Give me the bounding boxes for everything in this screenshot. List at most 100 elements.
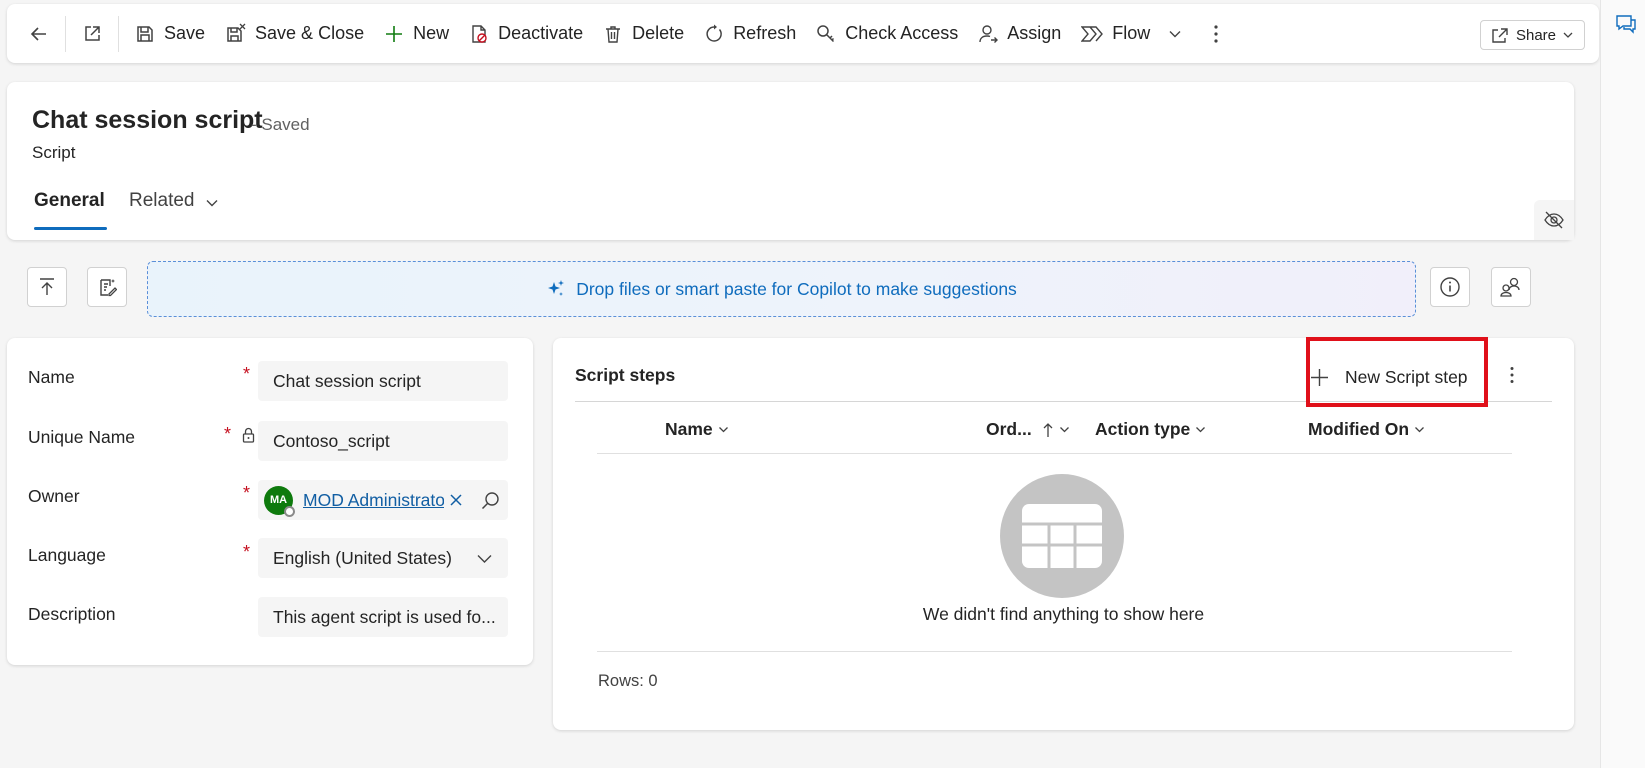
- owner-label: Owner: [28, 486, 80, 506]
- refresh-icon: [706, 24, 723, 42]
- save-status: - Saved: [251, 115, 310, 134]
- right-side-pane: [1600, 0, 1645, 768]
- info-icon: [1440, 277, 1460, 297]
- chevron-down-icon: [1415, 427, 1425, 433]
- unique-name-label: Unique Name: [28, 427, 135, 447]
- delete-button[interactable]: Delete: [593, 14, 694, 54]
- save-button[interactable]: Save: [125, 14, 215, 54]
- chevron-down-icon: [718, 427, 728, 433]
- move-to-top-button[interactable]: [27, 267, 67, 307]
- deactivate-label: Deactivate: [498, 23, 584, 43]
- chat-button[interactable]: [1615, 14, 1637, 34]
- chevron-down-icon: [477, 555, 492, 563]
- entity-name: Script: [32, 143, 76, 162]
- plus-icon: [1311, 368, 1328, 386]
- description-label: Description: [28, 604, 116, 624]
- hide-icon: [1544, 211, 1564, 229]
- new-label: New: [413, 23, 450, 43]
- more-commands-button[interactable]: [1199, 14, 1242, 54]
- hide-header-button[interactable]: [1534, 200, 1574, 240]
- form-fill-icon: [100, 279, 117, 297]
- toolbar-divider: [65, 15, 66, 52]
- plus-icon: [386, 25, 403, 42]
- share-icon: [1492, 28, 1508, 43]
- tab-related-label: Related: [129, 190, 195, 211]
- save-close-button[interactable]: Save & Close: [215, 14, 374, 54]
- open-new-window-button[interactable]: [72, 4, 112, 63]
- owner-link[interactable]: MOD Administrator: [303, 490, 444, 511]
- deactivate-icon: [472, 24, 487, 43]
- general-section: Name * Chat session script Unique Name *…: [7, 338, 533, 665]
- subgrid-title: Script steps: [575, 365, 676, 385]
- flow-label: Flow: [1112, 23, 1151, 43]
- column-header-modified-on[interactable]: Modified On: [1308, 419, 1425, 440]
- page-title: Chat session script: [32, 106, 263, 134]
- new-script-step-label: New Script step: [1345, 366, 1468, 387]
- column-header-name[interactable]: Name: [665, 419, 729, 440]
- flow-icon: [1081, 25, 1104, 42]
- collaborate-button[interactable]: [1491, 267, 1531, 307]
- language-select[interactable]: English (United States): [258, 538, 508, 578]
- new-button[interactable]: New: [374, 14, 459, 54]
- toolbar-divider: [118, 15, 119, 52]
- column-header-label: Ord...: [986, 419, 1032, 439]
- chevron-down-icon: [206, 200, 217, 207]
- required-indicator: *: [243, 364, 251, 384]
- sparkle-icon: [548, 280, 565, 296]
- owner-lookup-field: MA MOD Administrator: [258, 480, 508, 520]
- presence-indicator: [284, 505, 295, 517]
- required-indicator: *: [243, 483, 251, 503]
- more-icon: [1510, 367, 1514, 383]
- copilot-dropzone[interactable]: Drop files or smart paste for Copilot to…: [147, 261, 1416, 317]
- description-field[interactable]: This agent script is used fo...: [258, 597, 508, 637]
- refresh-button[interactable]: Refresh: [694, 14, 806, 54]
- check-access-label: Check Access: [845, 23, 959, 43]
- check-access-icon: [817, 24, 835, 42]
- people-icon: [1500, 277, 1520, 297]
- chevron-down-icon: [1196, 427, 1206, 433]
- tab-related[interactable]: Related: [129, 190, 219, 230]
- close-icon: [450, 494, 462, 506]
- back-button[interactable]: [19, 4, 59, 63]
- assign-button[interactable]: Assign: [968, 14, 1071, 54]
- flow-button[interactable]: Flow: [1071, 14, 1160, 54]
- share-button[interactable]: Share: [1479, 20, 1585, 50]
- divider: [597, 651, 1512, 652]
- owner-search-button[interactable]: [481, 491, 500, 510]
- remove-owner-button[interactable]: [450, 494, 462, 506]
- column-header-label: Name: [665, 419, 713, 439]
- column-header-label: Modified On: [1308, 419, 1410, 439]
- more-icon: [1214, 24, 1218, 43]
- lock-icon: [242, 427, 255, 443]
- name-field[interactable]: Chat session script: [258, 361, 508, 401]
- move-top-icon: [40, 278, 54, 295]
- info-button[interactable]: [1430, 267, 1470, 307]
- tab-general[interactable]: General: [34, 190, 107, 230]
- refresh-label: Refresh: [733, 23, 797, 43]
- unique-name-field[interactable]: Contoso_script: [258, 421, 508, 461]
- column-header-action-type[interactable]: Action type: [1095, 419, 1206, 440]
- column-header-order[interactable]: Ord...: [986, 419, 1070, 440]
- assign-icon: [979, 24, 999, 43]
- subgrid-more-button[interactable]: [1509, 366, 1515, 384]
- language-value: English (United States): [273, 547, 452, 568]
- copilot-dropzone-text: Drop files or smart paste for Copilot to…: [576, 278, 1017, 299]
- flow-dropdown-button[interactable]: [1160, 14, 1199, 54]
- avatar-initials: MA: [269, 494, 288, 506]
- save-label: Save: [164, 23, 206, 43]
- form-fill-button[interactable]: [87, 267, 127, 307]
- save-icon: [137, 25, 153, 42]
- deactivate-button[interactable]: Deactivate: [459, 14, 593, 54]
- grid-icon: [1022, 504, 1102, 568]
- avatar: MA: [264, 485, 295, 517]
- share-label: Share: [1515, 26, 1556, 44]
- record-header: Chat session script - Saved Script Gener…: [7, 82, 1574, 240]
- check-access-button[interactable]: Check Access: [806, 14, 968, 54]
- new-script-step-button[interactable]: New Script step: [1306, 359, 1472, 395]
- assign-label: Assign: [1007, 23, 1062, 43]
- active-tab-indicator: [34, 227, 107, 230]
- delete-label: Delete: [632, 23, 685, 43]
- rows-count: Rows: 0: [598, 672, 658, 690]
- divider: [575, 401, 1552, 402]
- back-arrow-icon: [30, 26, 46, 41]
